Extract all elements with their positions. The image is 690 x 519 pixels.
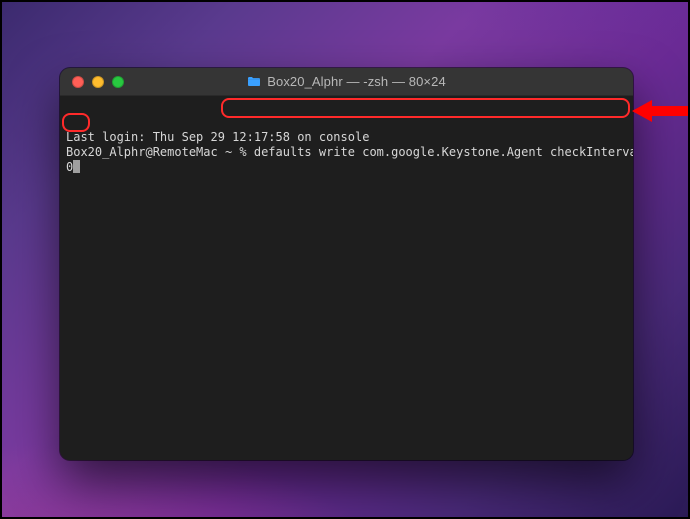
cursor — [73, 160, 80, 173]
titlebar: Box20_Alphr — -zsh — 80×24 — [60, 68, 633, 96]
minimize-button[interactable] — [92, 76, 104, 88]
close-button[interactable] — [72, 76, 84, 88]
command-text-line2: 0 — [66, 160, 73, 174]
terminal-window: Box20_Alphr — -zsh — 80×24 Last login: T… — [60, 68, 633, 460]
last-login-line: Last login: Thu Sep 29 12:17:58 on conso… — [66, 130, 369, 144]
scrollback-indicator-icon — [617, 100, 629, 112]
folder-icon — [247, 76, 261, 87]
window-title: Box20_Alphr — -zsh — 80×24 — [267, 74, 446, 89]
callout-arrow-icon — [632, 98, 688, 124]
terminal-content[interactable]: Last login: Thu Sep 29 12:17:58 on conso… — [60, 96, 633, 460]
command-text-line1: defaults write com.google.Keystone.Agent… — [254, 145, 633, 159]
window-controls — [60, 76, 124, 88]
zoom-button[interactable] — [112, 76, 124, 88]
shell-prompt: Box20_Alphr@RemoteMac ~ % — [66, 145, 254, 159]
